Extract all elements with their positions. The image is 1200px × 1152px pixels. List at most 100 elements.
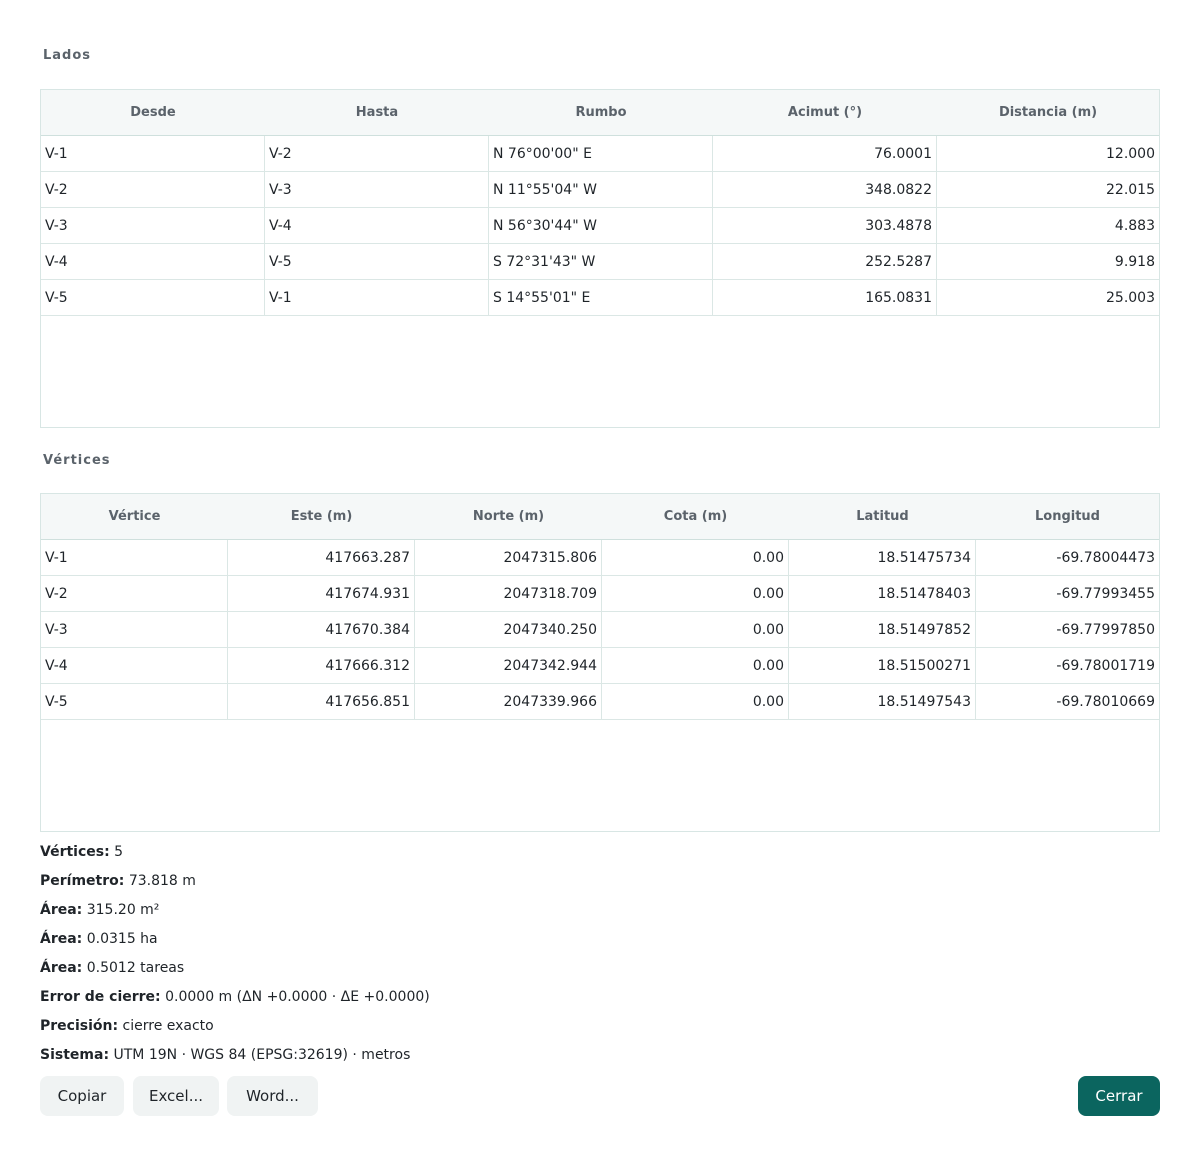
cell-longitud: -69.77993455: [1056, 585, 1155, 602]
cell-desde: V-1: [41, 136, 265, 171]
lados-header-row: Desde Hasta Rumbo Acimut (°) Distancia (…: [41, 90, 1159, 136]
table-row[interactable]: V-1 417663.287 2047315.806 0.00 18.51475…: [41, 540, 1159, 576]
cell-rumbo: S 14°55'01" E: [489, 280, 713, 315]
cell-cota: 0.00: [602, 540, 789, 575]
cell-norte: 2047318.709: [415, 576, 602, 611]
summary-value: 0.5012 tareas: [86, 960, 185, 976]
cell-distancia: 25.003: [1106, 289, 1155, 306]
table-row[interactable]: V-2 417674.931 2047318.709 0.00 18.51478…: [41, 576, 1159, 612]
summary-label: Vértices:: [40, 844, 110, 860]
cell-rumbo: N 76°00'00" E: [489, 136, 713, 171]
table-row[interactable]: V-3 417670.384 2047340.250 0.00 18.51497…: [41, 612, 1159, 648]
cell-acimut: 303.4878: [713, 208, 937, 243]
cell-hasta: V-4: [265, 208, 489, 243]
summary-value: 0.0315 ha: [86, 931, 158, 947]
cell-acimut: 76.0001: [713, 136, 937, 171]
table-row[interactable]: V-1 V-2 N 76°00'00" E 76.0001 12.000: [41, 136, 1159, 172]
summary-label: Perímetro:: [40, 873, 125, 889]
lados-table: Desde Hasta Rumbo Acimut (°) Distancia (…: [40, 89, 1160, 428]
summary-value: 315.20 m²: [86, 902, 160, 918]
col-este[interactable]: Este (m): [228, 494, 415, 539]
cell-este: 417656.851: [228, 684, 415, 719]
cell-vertice: V-3: [41, 612, 228, 647]
table-row[interactable]: V-3 V-4 N 56°30'44" W 303.4878 4.883: [41, 208, 1159, 244]
cell-este: 417666.312: [228, 648, 415, 683]
cell-vertice: V-5: [41, 684, 228, 719]
cell-vertice: V-2: [41, 576, 228, 611]
cell-hasta: V-3: [265, 172, 489, 207]
close-button[interactable]: Cerrar: [1078, 1076, 1160, 1116]
summary-vertices: Vértices: 5: [40, 843, 430, 872]
cell-hasta: V-2: [265, 136, 489, 171]
lados-rows: V-1 V-2 N 76°00'00" E 76.0001 12.000 V-2…: [41, 136, 1159, 316]
col-longitud[interactable]: Longitud: [976, 494, 1159, 539]
table-row[interactable]: V-5 V-1 S 14°55'01" E 165.0831 25.003: [41, 280, 1159, 316]
summary-value: 0.0000 m (ΔN +0.0000 · ΔE +0.0000): [165, 989, 430, 1005]
cell-norte: 2047342.944: [415, 648, 602, 683]
cell-vertice: V-1: [41, 540, 228, 575]
lados-title: Lados: [43, 48, 92, 63]
table-row[interactable]: V-5 417656.851 2047339.966 0.00 18.51497…: [41, 684, 1159, 720]
summary-precision: Precisión: cierre exacto: [40, 1017, 430, 1046]
cell-distancia: 9.918: [1114, 253, 1155, 270]
col-latitud[interactable]: Latitud: [789, 494, 976, 539]
vertices-table: Vértice Este (m) Norte (m) Cota (m) Lati…: [40, 493, 1160, 832]
word-button[interactable]: Word...: [227, 1076, 318, 1116]
cell-rumbo: N 11°55'04" W: [489, 172, 713, 207]
cell-este: 417674.931: [228, 576, 415, 611]
cell-longitud: -69.78001719: [1056, 657, 1155, 674]
summary-value: 5: [114, 844, 124, 860]
summary-value: 73.818 m: [128, 873, 196, 889]
cell-desde: V-3: [41, 208, 265, 243]
col-hasta[interactable]: Hasta: [265, 90, 489, 135]
col-rumbo[interactable]: Rumbo: [489, 90, 713, 135]
cell-distancia: 22.015: [1106, 181, 1155, 198]
cell-latitud: 18.51475734: [789, 540, 976, 575]
cell-acimut: 252.5287: [713, 244, 937, 279]
summary-label: Precisión:: [40, 1018, 119, 1034]
summary-area-tareas: Área: 0.5012 tareas: [40, 959, 430, 988]
summary-value: cierre exacto: [122, 1018, 214, 1034]
cell-cota: 0.00: [602, 648, 789, 683]
cell-distancia: 12.000: [1106, 145, 1155, 162]
cell-latitud: 18.51497543: [789, 684, 976, 719]
cell-longitud: -69.77997850: [1056, 621, 1155, 638]
excel-button[interactable]: Excel...: [133, 1076, 219, 1116]
cell-hasta: V-5: [265, 244, 489, 279]
table-row[interactable]: V-4 417666.312 2047342.944 0.00 18.51500…: [41, 648, 1159, 684]
cell-hasta: V-1: [265, 280, 489, 315]
vertices-rows: V-1 417663.287 2047315.806 0.00 18.51475…: [41, 540, 1159, 720]
cell-cota: 0.00: [602, 612, 789, 647]
summary-label: Área:: [40, 931, 83, 947]
table-row[interactable]: V-2 V-3 N 11°55'04" W 348.0822 22.015: [41, 172, 1159, 208]
cell-este: 417670.384: [228, 612, 415, 647]
cell-longitud: -69.78004473: [1056, 549, 1155, 566]
cell-desde: V-4: [41, 244, 265, 279]
summary-label: Área:: [40, 960, 83, 976]
cell-distancia: 4.883: [1114, 217, 1155, 234]
cell-vertice: V-4: [41, 648, 228, 683]
summary-panel: Vértices: 5 Perímetro: 73.818 m Área: 31…: [40, 843, 430, 1075]
cell-latitud: 18.51478403: [789, 576, 976, 611]
copy-button[interactable]: Copiar: [40, 1076, 124, 1116]
cell-este: 417663.287: [228, 540, 415, 575]
cell-desde: V-2: [41, 172, 265, 207]
col-vertice[interactable]: Vértice: [41, 494, 228, 539]
col-desde[interactable]: Desde: [41, 90, 265, 135]
col-acimut[interactable]: Acimut (°): [713, 90, 937, 135]
cell-rumbo: N 56°30'44" W: [489, 208, 713, 243]
summary-label: Sistema:: [40, 1047, 110, 1063]
col-distancia[interactable]: Distancia (m): [937, 90, 1159, 135]
vertices-title: Vértices: [43, 453, 111, 468]
summary-value: UTM 19N · WGS 84 (EPSG:32619) · metros: [113, 1047, 411, 1063]
cell-desde: V-5: [41, 280, 265, 315]
col-cota[interactable]: Cota (m): [602, 494, 789, 539]
summary-label: Error de cierre:: [40, 989, 161, 1005]
table-row[interactable]: V-4 V-5 S 72°31'43" W 252.5287 9.918: [41, 244, 1159, 280]
vertices-header-row: Vértice Este (m) Norte (m) Cota (m) Lati…: [41, 494, 1159, 540]
cell-longitud: -69.78010669: [1056, 693, 1155, 710]
col-norte[interactable]: Norte (m): [415, 494, 602, 539]
cell-acimut: 165.0831: [713, 280, 937, 315]
summary-perimetro: Perímetro: 73.818 m: [40, 872, 430, 901]
summary-label: Área:: [40, 902, 83, 918]
